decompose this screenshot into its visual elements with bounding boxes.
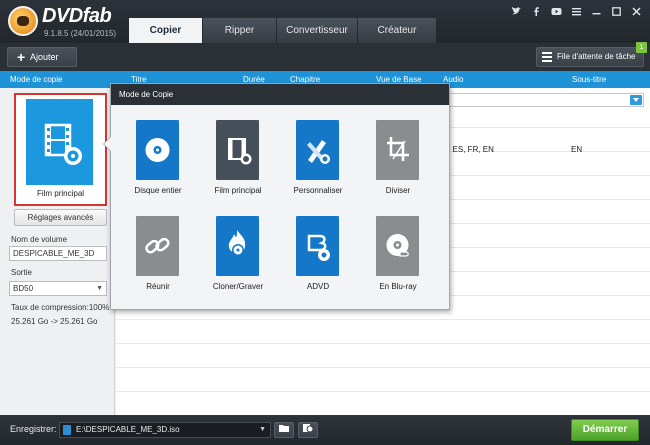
copy-mode-selector[interactable]: Film principal [14, 93, 107, 206]
output-path-select[interactable]: E:\DESPICABLE_ME_3D.iso ▼ [59, 422, 271, 438]
volume-name-input[interactable]: DESPICABLE_ME_3D [9, 246, 107, 261]
app-version: 9.1.8.5 (24/01/2015) [44, 29, 117, 38]
title-dropdown[interactable] [444, 93, 644, 107]
column-sous-titre[interactable]: Sous-titre [572, 71, 606, 88]
chevron-down-icon: ▼ [259, 426, 266, 433]
link-icon [136, 216, 179, 276]
mode-item-label: Disque entier [134, 186, 182, 195]
mode-item-label: Film principal [214, 186, 262, 195]
pencil-ruler-icon [296, 120, 339, 180]
advanced-settings-button[interactable]: Réglages avancés [14, 209, 107, 226]
dvdfab-logo-icon [8, 6, 38, 36]
facebook-icon[interactable] [531, 6, 542, 17]
mode-item-diviser[interactable]: Diviser [357, 120, 439, 210]
compression-rate: Taux de compression:100% [11, 303, 110, 312]
mode-item-label: Réunir [146, 282, 170, 291]
popup-title: Mode de Copie [111, 84, 449, 105]
minimize-icon[interactable] [591, 6, 602, 17]
tab-ripper[interactable]: Ripper [203, 18, 276, 43]
task-queue-count-badge: 1 [636, 42, 647, 53]
output-label: Sortie [11, 268, 32, 277]
app-brand: DVDfab [42, 5, 112, 27]
youtube-icon[interactable] [551, 6, 562, 17]
list-icon [542, 52, 552, 62]
main-tabs: Copier Ripper Convertisseur Créateur [129, 18, 437, 43]
toolbar: + Ajouter File d'attente de tâche 1 [0, 42, 650, 71]
crop-icon [376, 120, 419, 180]
bluray-disc-icon [296, 216, 339, 276]
table-row[interactable] [116, 374, 650, 392]
copy-mode-label: Film principal [36, 189, 85, 198]
iso-output-button[interactable] [298, 422, 318, 438]
output-select[interactable]: BD50 ▼ [9, 281, 107, 296]
mode-item-reunir[interactable]: Réunir [117, 216, 199, 306]
mode-item-label: En Blu-ray [379, 282, 417, 291]
twitter-icon[interactable] [511, 6, 522, 17]
mode-item-film-principal[interactable]: Film principal [197, 120, 279, 210]
file-icon [63, 425, 71, 435]
tab-convertisseur[interactable]: Convertisseur [277, 18, 357, 43]
flame-disc-icon [216, 216, 259, 276]
mode-item-label: ADVD [306, 282, 330, 291]
subtitle-cell[interactable]: EN [571, 145, 582, 154]
plus-icon: + [17, 49, 26, 65]
disc-icon [136, 120, 179, 180]
mode-item-label: Diviser [385, 186, 411, 195]
mode-item-personnaliser[interactable]: Personnaliser [277, 120, 359, 210]
mode-item-cloner-graver[interactable]: Cloner/Graver [197, 216, 279, 306]
bluray-convert-icon [376, 216, 419, 276]
iso-icon [303, 424, 314, 433]
tab-copier[interactable]: Copier [129, 18, 202, 43]
copy-mode-popup: Mode de Copie Disque entier Film princip… [103, 83, 450, 310]
close-icon[interactable] [631, 6, 642, 17]
popup-pointer [103, 136, 111, 152]
output-select-value: BD50 [13, 284, 34, 293]
mode-item-disque-entier[interactable]: Disque entier [117, 120, 199, 210]
mode-item-label: Personnaliser [293, 186, 343, 195]
left-panel: Film principal Réglages avancés Nom de v… [0, 88, 115, 415]
add-button-label: Ajouter [30, 52, 59, 62]
column-mode-de-copie: Mode de copie [10, 75, 63, 84]
volume-name-label: Nom de volume [11, 235, 68, 244]
task-queue-label: File d'attente de tâche [557, 52, 636, 61]
table-row[interactable] [116, 326, 650, 344]
maximize-icon[interactable] [611, 6, 622, 17]
size-info: 25.261 Go -> 25.261 Go [11, 317, 98, 326]
mode-item-advd[interactable]: ADVD [277, 216, 359, 306]
title-bar: DVDfab 9.1.8.5 (24/01/2015) Copier Rippe… [0, 0, 650, 43]
add-button[interactable]: + Ajouter [7, 47, 77, 67]
film-icon [26, 99, 93, 185]
tab-createur[interactable]: Créateur [358, 18, 436, 43]
menu-icon[interactable] [571, 6, 582, 17]
window-controls [511, 6, 642, 17]
task-queue-button[interactable]: File d'attente de tâche 1 [536, 42, 647, 67]
mode-item-en-bluray[interactable]: En Blu-ray [357, 216, 439, 306]
browse-folder-button[interactable] [274, 422, 294, 438]
film-icon [216, 120, 259, 180]
dvdfab-window: DVDfab 9.1.8.5 (24/01/2015) Copier Rippe… [0, 0, 650, 445]
chevron-down-icon[interactable] [630, 95, 642, 105]
chevron-down-icon: ▼ [96, 285, 103, 292]
save-label: Enregistrer: [10, 424, 57, 434]
folder-icon [279, 425, 289, 432]
table-row[interactable] [116, 350, 650, 368]
bottom-bar: Enregistrer: E:\DESPICABLE_ME_3D.iso ▼ D… [0, 415, 650, 445]
output-path-text: E:\DESPICABLE_ME_3D.iso [76, 425, 180, 434]
start-button[interactable]: Démarrer [571, 419, 639, 441]
mode-item-label: Cloner/Graver [212, 282, 264, 291]
